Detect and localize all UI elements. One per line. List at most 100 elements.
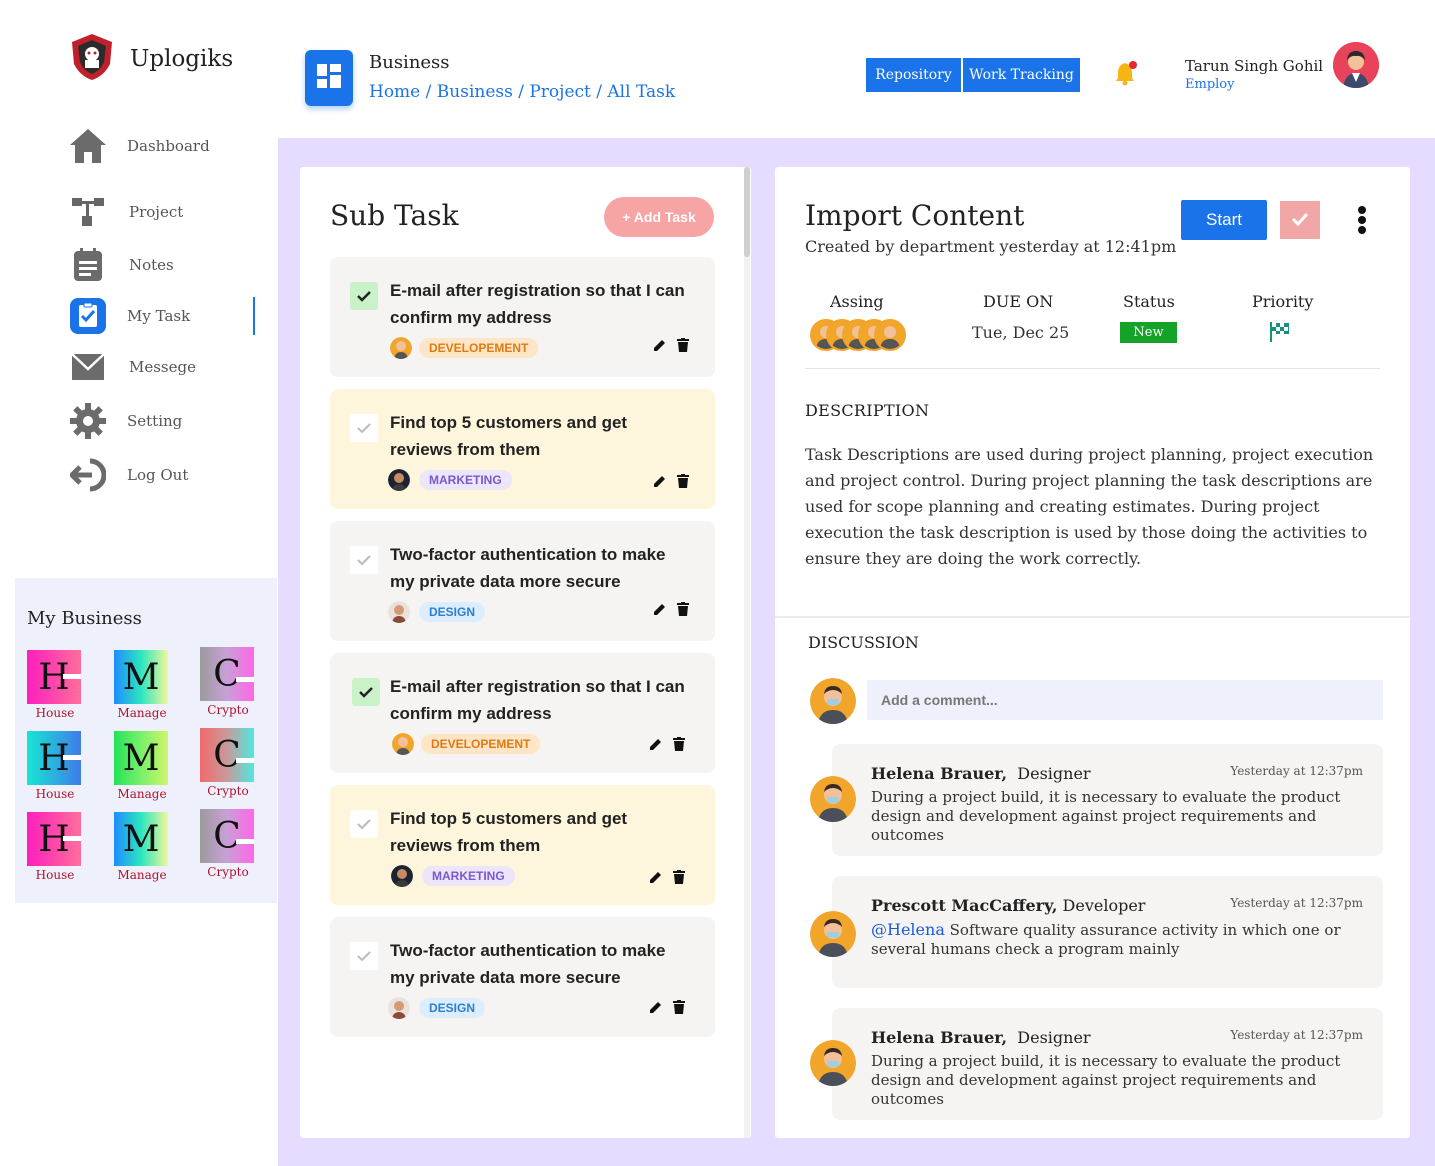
trash-icon[interactable] [673,869,685,888]
business-item-crypto[interactable]: C Crypto [200,728,256,798]
business-item-house[interactable]: H House [27,650,83,720]
edit-icon[interactable] [653,473,667,492]
status-badge[interactable]: New [1120,322,1177,343]
scrollbar-thumb[interactable] [744,167,750,257]
assignee-avatar [874,319,906,351]
edit-icon[interactable] [649,869,663,888]
commenter-role: Designer [1017,764,1091,783]
comment-card: Helena Brauer, Designer Yesterday at 12:… [810,1008,1383,1120]
business-label: Manage [117,706,167,720]
commenter-avatar [810,911,856,957]
task-title: Find top 5 customers and get reviews fro… [390,413,628,459]
logout-icon [68,455,108,495]
task-clipboard-icon [68,296,108,336]
comment-input[interactable] [867,680,1383,720]
trash-icon[interactable] [673,999,685,1018]
business-tile: C [200,647,254,701]
commenter-name: Prescott MacCaffery, [871,896,1058,915]
edit-icon[interactable] [653,601,667,620]
gear-icon [68,401,108,441]
check-icon [357,551,371,570]
task-title: E-mail after registration so that I can … [390,677,685,723]
task-card[interactable]: Find top 5 customers and get reviews fro… [330,785,715,905]
business-item-manage[interactable]: M Manage [114,731,170,801]
business-item-house[interactable]: H House [27,812,83,882]
mention-link[interactable]: @Helena [871,920,945,939]
work-tracking-button[interactable]: Work Tracking [963,58,1080,92]
comment-card: Helena Brauer, Designer Yesterday at 12:… [810,744,1383,856]
trash-icon[interactable] [677,473,689,492]
edit-icon[interactable] [653,337,667,356]
sidebar-item-dashboard[interactable]: Dashboard [68,126,210,166]
sidebar-item-my-task[interactable]: My Task [68,296,190,336]
more-options-icon[interactable] [1350,203,1374,237]
description-heading: DESCRIPTION [805,401,930,420]
start-button[interactable]: Start [1181,200,1267,240]
business-tile: H [27,812,81,866]
task-card[interactable]: E-mail after registration so that I can … [330,257,715,377]
repository-button[interactable]: Repository [866,58,961,92]
commenter: Helena Brauer, Designer [871,1028,1091,1047]
sidebar-item-logout[interactable]: Log Out [68,455,188,495]
sidebar-item-messege[interactable]: Messege [68,347,196,387]
task-card[interactable]: Two-factor authentication to make my pri… [330,521,715,641]
business-label: House [35,787,75,801]
task-card[interactable]: Two-factor authentication to make my pri… [330,917,715,1037]
user-role: Employ [1185,77,1235,92]
task-card[interactable]: Find top 5 customers and get reviews fro… [330,389,715,509]
business-tile: M [114,812,168,866]
sidebar-item-label: Log Out [127,466,189,484]
brand-logo[interactable]: Uplogiks [68,32,233,86]
user-avatar[interactable] [1333,42,1379,88]
trash-icon[interactable] [677,601,689,620]
business-item-crypto[interactable]: C Crypto [200,647,256,717]
assignee-avatars[interactable] [810,319,920,353]
business-item-house[interactable]: H House [27,731,83,801]
edit-icon[interactable] [649,736,663,755]
priority-flag-icon[interactable] [1268,320,1292,348]
business-label: Crypto [207,784,249,798]
task-actions [653,337,689,356]
divider [775,616,1410,618]
sidebar-item-project[interactable]: Project [68,192,183,232]
comment-time: Yesterday at 12:37pm [1230,1028,1363,1042]
task-checkbox[interactable] [352,678,380,706]
task-checkbox[interactable] [350,942,378,970]
task-card[interactable]: E-mail after registration so that I can … [330,653,715,773]
breadcrumb[interactable]: Home / Business / Project / All Task [369,82,675,102]
edit-icon[interactable] [649,999,663,1018]
business-item-manage[interactable]: M Manage [114,650,170,720]
task-checkbox[interactable] [350,546,378,574]
sidebar-item-label: Messege [129,358,196,376]
active-indicator [253,297,255,335]
task-checkbox[interactable] [350,282,378,310]
task-actions [649,869,685,888]
task-checkbox[interactable] [350,414,378,442]
business-app-icon[interactable] [305,50,353,106]
mark-complete-button[interactable] [1280,201,1320,239]
task-title: Find top 5 customers and get reviews fro… [390,809,628,855]
scrollbar-track[interactable] [744,167,750,1138]
task-tag: MARKETING [419,470,512,490]
task-actions [649,736,685,755]
assignee-avatar [388,601,410,623]
task-checkbox[interactable] [350,810,378,838]
assign-label: Assing [830,292,884,311]
business-item-crypto[interactable]: C Crypto [200,809,256,879]
commenter-role: Designer [1017,1028,1091,1047]
task-tag: DEVELOPEMENT [419,338,539,358]
business-tile: M [114,731,168,785]
sidebar-item-notes[interactable]: Notes [68,245,174,285]
add-task-button[interactable]: + Add Task [604,197,714,237]
commenter: Prescott MacCaffery, Developer [871,896,1145,915]
due-label: DUE ON [983,292,1054,311]
notification-bell-icon[interactable] [1114,60,1140,90]
business-tile: H [27,650,81,704]
trash-icon[interactable] [677,337,689,356]
trash-icon[interactable] [673,736,685,755]
task-title: E-mail after registration so that I can … [390,281,685,327]
check-icon [1291,211,1309,230]
business-item-manage[interactable]: M Manage [114,812,170,882]
sidebar-item-setting[interactable]: Setting [68,401,182,441]
check-icon [357,947,371,966]
